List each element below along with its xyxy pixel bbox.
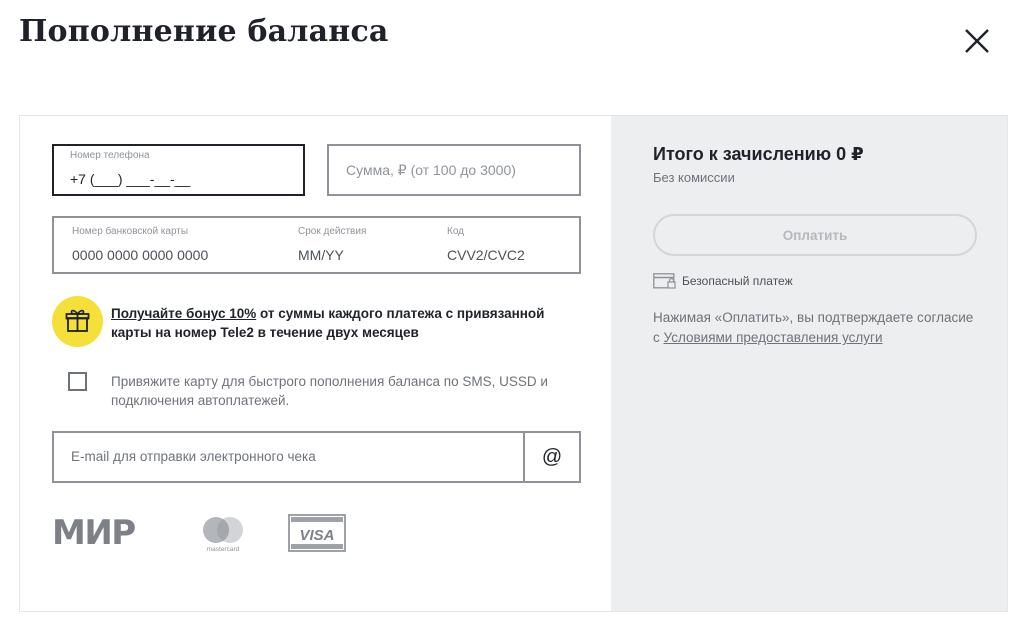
gift-badge	[52, 296, 103, 347]
page-title: Пополнение баланса	[19, 14, 389, 49]
close-button[interactable]	[958, 22, 996, 60]
phone-field[interactable]: Номер телефона +7 (___) ___-__-__	[52, 144, 305, 196]
bonus-text: Получайте бонус 10% от суммы каждого пла…	[111, 304, 551, 342]
phone-value[interactable]: +7 (___) ___-__-__	[70, 171, 190, 187]
email-field[interactable]: E-mail для отправки электронного чека @	[52, 431, 581, 483]
card-code-label: Код	[447, 226, 465, 237]
amount-field[interactable]: Сумма, ₽ (от 100 до 3000)	[327, 144, 581, 196]
payment-form: Номер телефона +7 (___) ___-__-__ Сумма,…	[20, 116, 611, 611]
commission-note: Без комиссии	[653, 170, 735, 185]
card-code-input[interactable]: CVV2/CVC2	[447, 247, 525, 263]
bind-card-checkbox[interactable]	[68, 372, 87, 391]
phone-label: Номер телефона	[70, 150, 150, 161]
card-field[interactable]: Номер банковской карты 0000 0000 0000 00…	[52, 216, 581, 274]
visa-logo-text: VISA	[299, 527, 334, 544]
agreement-text: Нажимая «Оплатить», вы подтверждаете сог…	[653, 308, 983, 348]
close-icon[interactable]	[958, 22, 996, 60]
gift-icon	[65, 309, 90, 332]
bonus-link[interactable]: Получайте бонус 10%	[111, 306, 256, 321]
email-at-button[interactable]: @	[525, 433, 579, 481]
mastercard-logo-text: mastercard	[207, 546, 240, 553]
secure-payment-label: Безопасный платеж	[682, 274, 793, 288]
mastercard-logo: mastercard	[198, 514, 248, 554]
amount-placeholder[interactable]: Сумма, ₽ (от 100 до 3000)	[346, 162, 516, 179]
total-amount: Итого к зачислению 0 ₽	[653, 144, 864, 164]
card-expiry-label: Срок действия	[298, 226, 367, 237]
secure-card-icon	[653, 273, 677, 290]
visa-logo: VISA	[288, 514, 346, 552]
email-placeholder[interactable]: E-mail для отправки электронного чека	[71, 449, 316, 464]
mir-logo-text: МИР	[52, 514, 135, 548]
payment-card: Номер телефона +7 (___) ___-__-__ Сумма,…	[19, 115, 1008, 612]
card-number-label: Номер банковской карты	[72, 226, 189, 237]
summary-panel: Итого к зачислению 0 ₽ Без комиссии Опла…	[611, 116, 1007, 611]
mir-logo: МИР	[52, 513, 152, 553]
pay-button[interactable]: Оплатить	[653, 214, 977, 256]
card-number-input[interactable]: 0000 0000 0000 0000	[72, 247, 208, 263]
card-expiry-input[interactable]: MM/YY	[298, 247, 344, 263]
terms-link[interactable]: Условиями предоставления услуги	[664, 330, 883, 345]
bind-card-label[interactable]: Привяжите карту для быстрого пополнения …	[111, 372, 571, 410]
